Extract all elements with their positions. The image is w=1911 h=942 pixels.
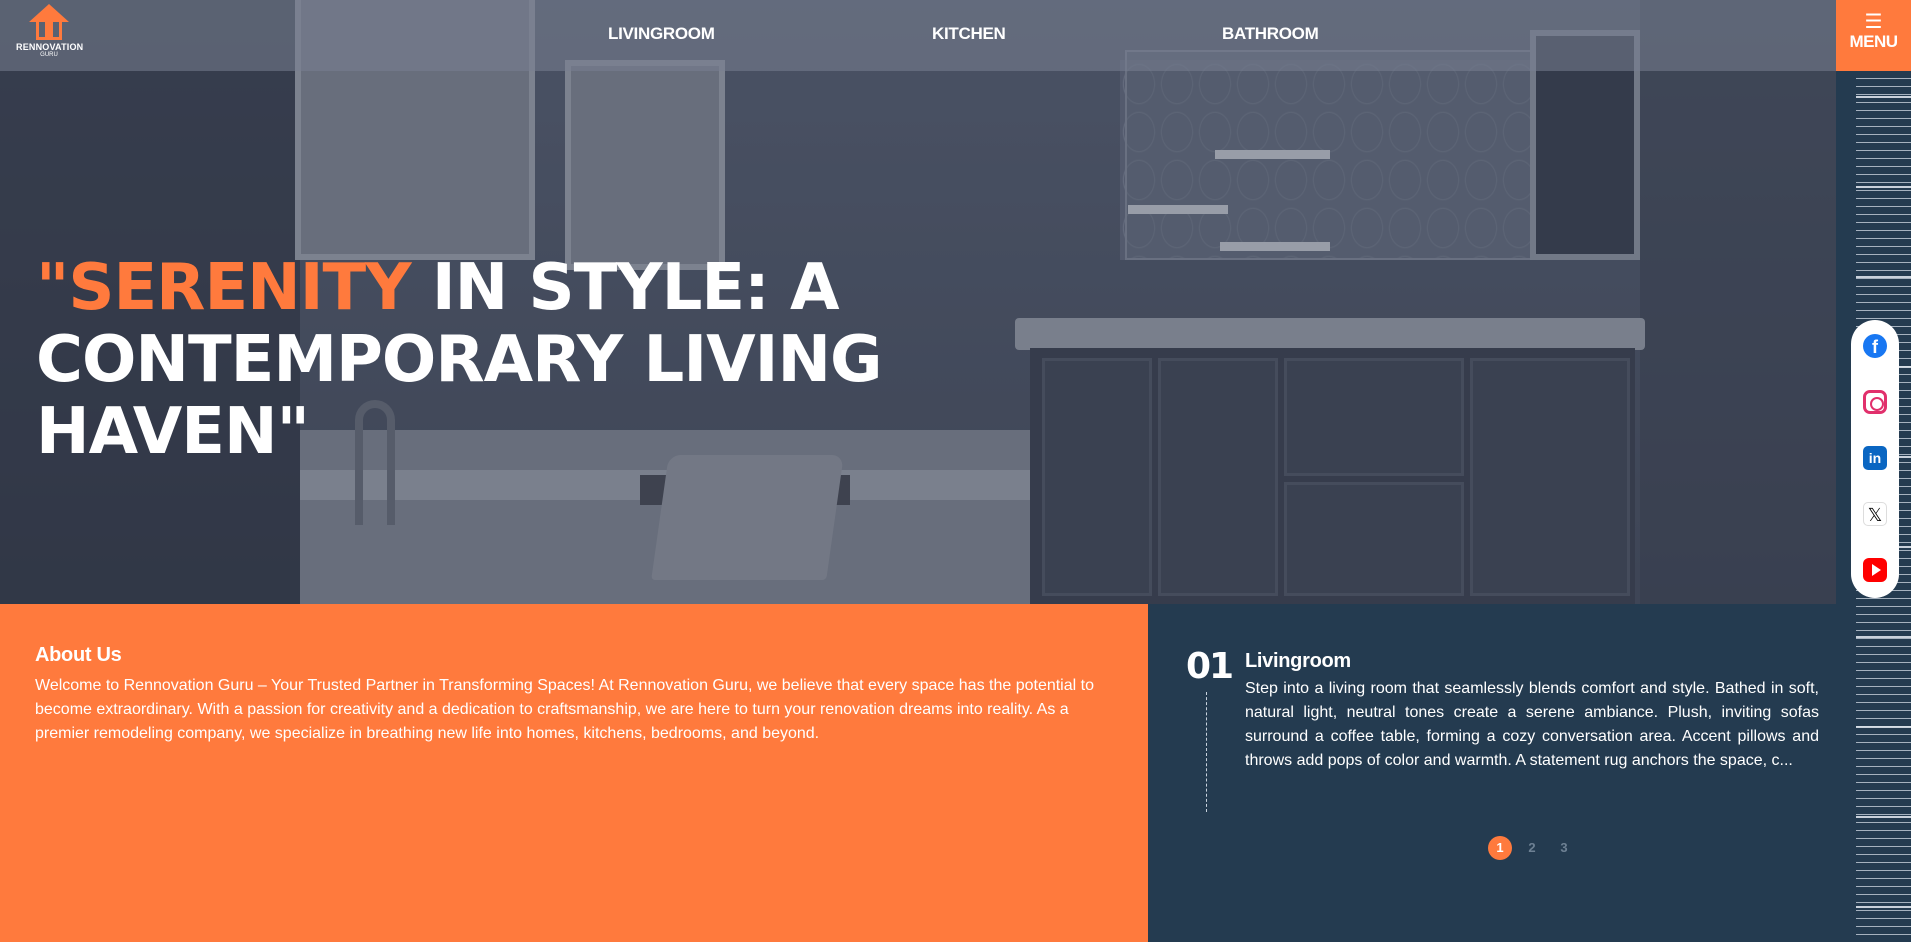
rooms-slider: 01 Livingroom Step into a living room th…	[1148, 604, 1836, 942]
hamburger-icon: ☰	[1864, 11, 1883, 33]
brand-sub: GURU	[40, 52, 58, 58]
menu-label: MENU	[1849, 32, 1898, 51]
slide-title: Livingroom	[1245, 650, 1351, 672]
x-icon[interactable]: 𝕏	[1863, 502, 1887, 526]
brand-name: RENNOVATION	[16, 42, 84, 52]
linkedin-icon[interactable]: in	[1863, 446, 1887, 470]
facebook-icon[interactable]: f	[1863, 334, 1887, 358]
about-section: About Us Welcome to Rennovation Guru – Y…	[0, 604, 1148, 942]
nav-bathroom[interactable]: BATHROOM	[1222, 24, 1319, 44]
slide-number: 01	[1186, 646, 1234, 687]
slider-pagination: 123	[1488, 836, 1584, 860]
headline-accent: "SERENITY	[36, 251, 412, 325]
nav-kitchen[interactable]: KITCHEN	[932, 24, 1006, 44]
slide-text: Step into a living room that seamlessly …	[1245, 680, 1819, 769]
hero-banner: "SERENITY IN STYLE: A CONTEMPORARY LIVIN…	[0, 0, 1836, 604]
slider-page-1[interactable]: 1	[1488, 836, 1512, 860]
youtube-icon[interactable]	[1863, 558, 1887, 582]
slider-page-2[interactable]: 2	[1520, 836, 1544, 860]
social-links-bar: f in 𝕏	[1851, 320, 1899, 598]
slider-page-3[interactable]: 3	[1552, 836, 1576, 860]
about-text: Welcome to Rennovation Guru – Your Trust…	[35, 677, 1094, 742]
slide-divider	[1206, 692, 1207, 812]
top-navigation-bar	[0, 0, 1836, 71]
instagram-icon[interactable]	[1863, 390, 1887, 414]
brand-logo[interactable]: RENNOVATION GURU	[16, 4, 84, 66]
nav-livingroom[interactable]: LIVINGROOM	[608, 24, 715, 44]
house-hammer-icon	[29, 4, 69, 40]
menu-button[interactable]: ☰ MENU	[1836, 0, 1911, 71]
hero-headline: "SERENITY IN STYLE: A CONTEMPORARY LIVIN…	[36, 252, 936, 468]
about-title: About Us	[35, 644, 122, 666]
